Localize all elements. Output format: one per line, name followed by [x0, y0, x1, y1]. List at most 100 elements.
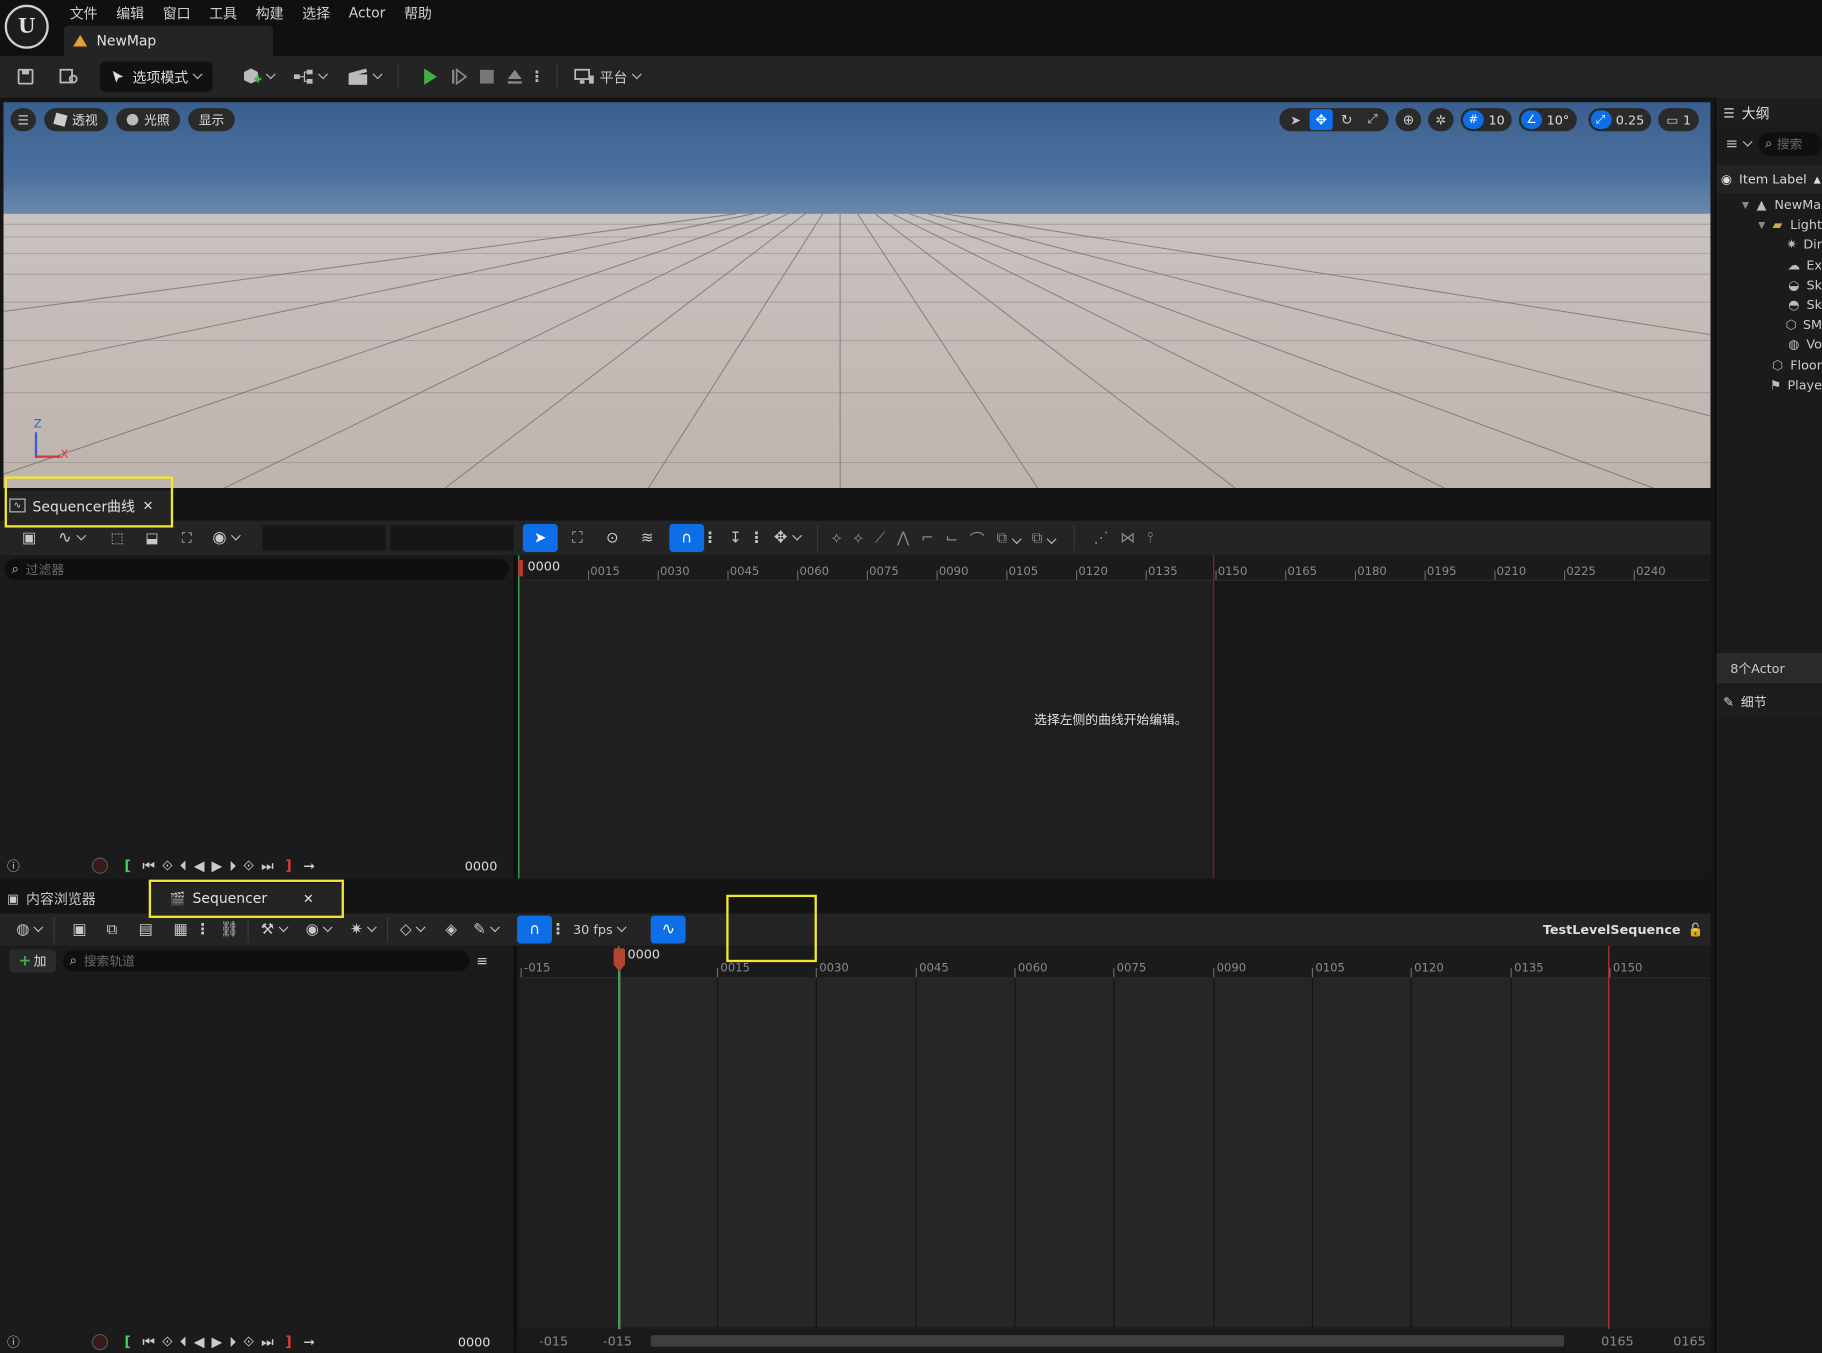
stop-icon[interactable] — [473, 62, 501, 92]
show-button[interactable]: 显示 — [188, 108, 235, 132]
reverse-play-icon[interactable]: ◀ — [194, 1334, 205, 1350]
key-value-field[interactable] — [390, 525, 514, 551]
curve-frame-display[interactable]: 0000 — [465, 858, 498, 873]
more-options-icon[interactable]: ⋮ — [195, 921, 210, 938]
set-end-icon[interactable]: ] — [285, 1334, 291, 1350]
edit-mode-icon[interactable]: ✎ — [473, 921, 498, 938]
play-icon[interactable]: ▶ — [212, 1334, 223, 1350]
camera-cut-icon[interactable]: ▦ — [169, 921, 192, 938]
reverse-play-icon[interactable]: ◀ — [194, 858, 205, 874]
curve-graph-area[interactable]: 0015 0030 0045 0060 0075 0090 0105 0120 0135 0150… — [518, 555, 1711, 879]
auto-key-icon[interactable]: ◈ — [445, 921, 457, 938]
frame-selection-icon[interactable]: ⬓ — [140, 530, 163, 546]
straighten-icon[interactable]: ⋰ — [1094, 529, 1109, 546]
pre-infinity-icon[interactable]: ⧉ — [996, 529, 1020, 546]
save-as-icon[interactable]: ⧉ — [101, 921, 122, 938]
select-keys-icon[interactable]: ⬚ — [105, 530, 128, 546]
cinematics-icon[interactable] — [347, 63, 381, 91]
snap-magnet-icon[interactable]: ∩ — [517, 915, 553, 944]
lock-icon[interactable]: 🔓 — [1688, 922, 1704, 937]
key-time-field[interactable] — [262, 525, 386, 551]
post-infinity-icon[interactable]: ⧉ — [1032, 529, 1056, 546]
multi-scale-icon[interactable]: ≋ — [632, 529, 662, 546]
set-start-icon[interactable]: [ — [124, 858, 130, 874]
frame-all-icon[interactable]: ⛶ — [175, 529, 198, 546]
sequencer-timeline[interactable]: -015 0015 0030 0045 0060 0075 0090 0105 0120 0135… — [518, 945, 1711, 1353]
expand-arrow-icon[interactable]: ▼ — [1742, 200, 1754, 210]
sequencer-frame-display[interactable]: 0000 — [458, 1335, 491, 1350]
snap-options-icon[interactable]: ⋮ — [702, 529, 717, 546]
outliner-item[interactable]: ⬡ SM — [1716, 315, 1822, 335]
level-tab[interactable]: NewMap — [63, 25, 274, 56]
content-browser-tab[interactable]: ▣ 内容浏览器 — [5, 885, 96, 911]
outliner-item[interactable]: ▼ ▰ Light — [1716, 215, 1822, 235]
save-icon[interactable]: ▣ — [69, 921, 90, 938]
range-scrollbar[interactable] — [650, 1335, 1564, 1347]
menu-tools[interactable]: 工具 — [200, 3, 246, 23]
viewport-menu-icon[interactable]: ☰ — [10, 108, 37, 132]
curve-editor-tab[interactable]: ∿ Sequencer曲线 ✕ — [4, 490, 172, 521]
lighting-button[interactable]: 光照 — [116, 108, 181, 132]
outliner-item[interactable]: ☁ Ex — [1716, 255, 1822, 275]
select-tool-icon[interactable]: ➤ — [1284, 109, 1307, 130]
outliner-tab[interactable]: ☰ 大纲 — [1716, 97, 1822, 128]
tangent-step-icon[interactable]: ⌙ — [945, 529, 958, 546]
expand-arrow-icon[interactable]: ▼ — [1758, 220, 1769, 230]
view-end-field[interactable]: 0165 — [1673, 1333, 1706, 1348]
outliner-search-field[interactable]: ⌕ 搜索 — [1757, 132, 1822, 156]
filter-icon[interactable]: ≡ — [1726, 135, 1751, 152]
menu-help[interactable]: 帮助 — [395, 3, 441, 23]
next-key-icon[interactable]: ⟐ — [243, 857, 254, 874]
menu-build[interactable]: 构建 — [246, 3, 292, 23]
curve-view-mode-icon[interactable]: ∿ — [58, 529, 84, 548]
outliner-item[interactable]: ◓ Sk — [1716, 295, 1822, 315]
axis-snap-icon[interactable]: ✥ — [774, 529, 800, 548]
menu-select[interactable]: 选择 — [293, 3, 339, 23]
retime-tool-icon[interactable]: ⊙ — [597, 529, 627, 546]
play-icon[interactable] — [415, 62, 445, 92]
play-icon[interactable]: ▶ — [212, 858, 223, 874]
save-icon[interactable] — [12, 63, 40, 91]
loop-icon[interactable]: ➞ — [303, 858, 315, 874]
save-icon[interactable]: ▣ — [16, 529, 42, 546]
snap-options-icon[interactable]: ⋮ — [550, 921, 565, 938]
rotate-tool-icon[interactable]: ↻ — [1335, 109, 1358, 130]
track-search-field[interactable]: ⌕ 搜索轨道 — [62, 950, 470, 972]
flatten-tangent-icon[interactable]: ⌒ — [970, 527, 985, 549]
rotation-snap-button[interactable]: ∠ 10° — [1518, 108, 1577, 132]
loop-icon[interactable]: ➞ — [303, 1334, 315, 1350]
playback-options-icon[interactable]: ✷ — [350, 921, 375, 938]
scale-tool-icon[interactable]: ⤢ — [1361, 109, 1384, 130]
outliner-item[interactable]: ▼ ▲ NewMa — [1716, 195, 1822, 215]
work-start-field[interactable]: -015 — [603, 1333, 632, 1348]
record-icon[interactable] — [91, 857, 109, 874]
eject-icon[interactable] — [501, 62, 529, 92]
content-browser-icon[interactable] — [56, 63, 84, 91]
grid-snap-button[interactable]: # 10 — [1460, 108, 1512, 132]
menu-file[interactable]: 文件 — [60, 3, 106, 23]
prev-key-icon[interactable]: ⟐ — [162, 857, 173, 874]
jump-end-icon[interactable]: ⏭ — [261, 1333, 274, 1350]
curve-time-ruler[interactable]: 0015 0030 0045 0060 0075 0090 0105 0120 0135 0150… — [518, 555, 1711, 581]
select-tool-icon[interactable]: ➤ — [522, 524, 558, 552]
add-actor-icon[interactable] — [241, 63, 275, 91]
selection-mode-dropdown[interactable]: 选项模式 — [99, 61, 213, 92]
outliner-item[interactable]: ◒ Sk — [1716, 275, 1822, 295]
info-icon[interactable]: ⓘ — [7, 856, 20, 875]
step-frame-icon[interactable] — [445, 62, 473, 92]
outliner-item[interactable]: ✷ Dir — [1716, 235, 1822, 255]
prev-frame-icon[interactable]: ⏴ — [180, 1333, 187, 1350]
item-label-column[interactable]: Item Label — [1739, 171, 1807, 186]
curve-editor-toggle-icon[interactable]: ∿ — [651, 915, 686, 944]
set-end-icon[interactable]: ] — [285, 858, 291, 874]
menu-edit[interactable]: 编辑 — [107, 3, 153, 23]
curve-filter-field[interactable]: ⌕ 过滤器 — [4, 558, 509, 580]
blueprint-icon[interactable] — [293, 63, 327, 91]
filter-curve-icon[interactable]: ⫯ — [1147, 529, 1154, 546]
view-start-field[interactable]: -015 — [539, 1333, 568, 1348]
play-options-icon[interactable]: ⋮ — [529, 62, 545, 92]
jump-start-icon[interactable]: ⏮ — [142, 857, 155, 874]
next-frame-icon[interactable]: ⏵ — [229, 1333, 236, 1350]
outliner-item[interactable]: ◍ Vo — [1716, 335, 1822, 355]
next-frame-icon[interactable]: ⏵ — [229, 857, 236, 874]
